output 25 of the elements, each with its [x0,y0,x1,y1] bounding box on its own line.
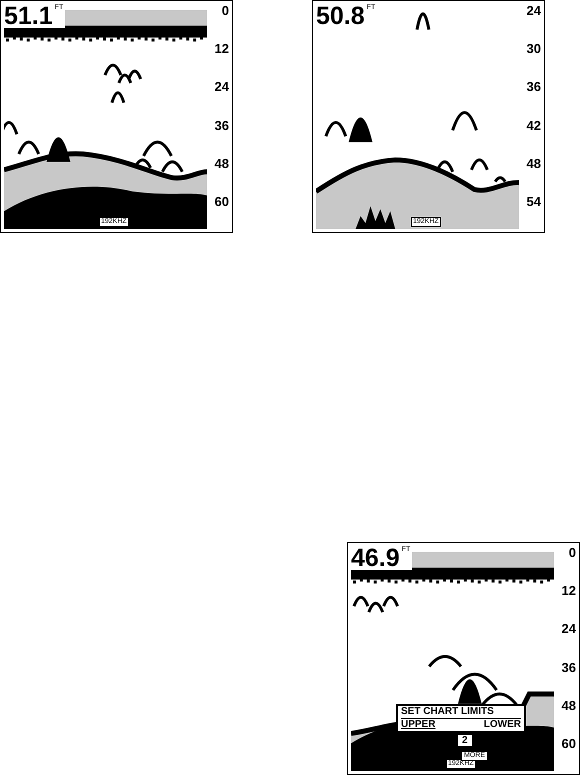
depth-scale-label: 60 [562,736,576,751]
depth-scale-label: 36 [562,660,576,675]
depth-scale-label: 36 [526,80,541,94]
depth-reading: 50.8 [316,4,365,28]
dialog-title: SET CHART LIMITS [401,706,495,718]
depth-scale-label: 36 [214,118,229,133]
depth-scale-label: 60 [214,194,229,209]
depth-scale-label: 48 [562,698,576,713]
depth-scale-label: 24 [214,80,229,94]
limit-option[interactable]: UPPER [401,719,436,731]
depth-reading: 46.9 [351,546,400,570]
depth-scale-label: 42 [526,118,541,133]
depth-scale-label: 48 [526,156,541,171]
depth-scale-label: 48 [214,156,229,171]
limit-value[interactable]: 2 [456,733,474,748]
depth-scale-label: 30 [526,42,541,56]
depth-reading: 51.1 [4,4,53,28]
depth-scale-label: 24 [562,622,576,636]
depth-scale-label: 24 [526,4,541,18]
depth-scale-label: 0 [568,546,576,560]
depth-scale-label: 12 [214,42,229,56]
depth-scale-label: 0 [222,4,229,18]
depth-scale-label: 12 [562,584,576,598]
limit-option[interactable]: LOWER [484,719,521,731]
depth-scale-label: 54 [526,194,541,209]
